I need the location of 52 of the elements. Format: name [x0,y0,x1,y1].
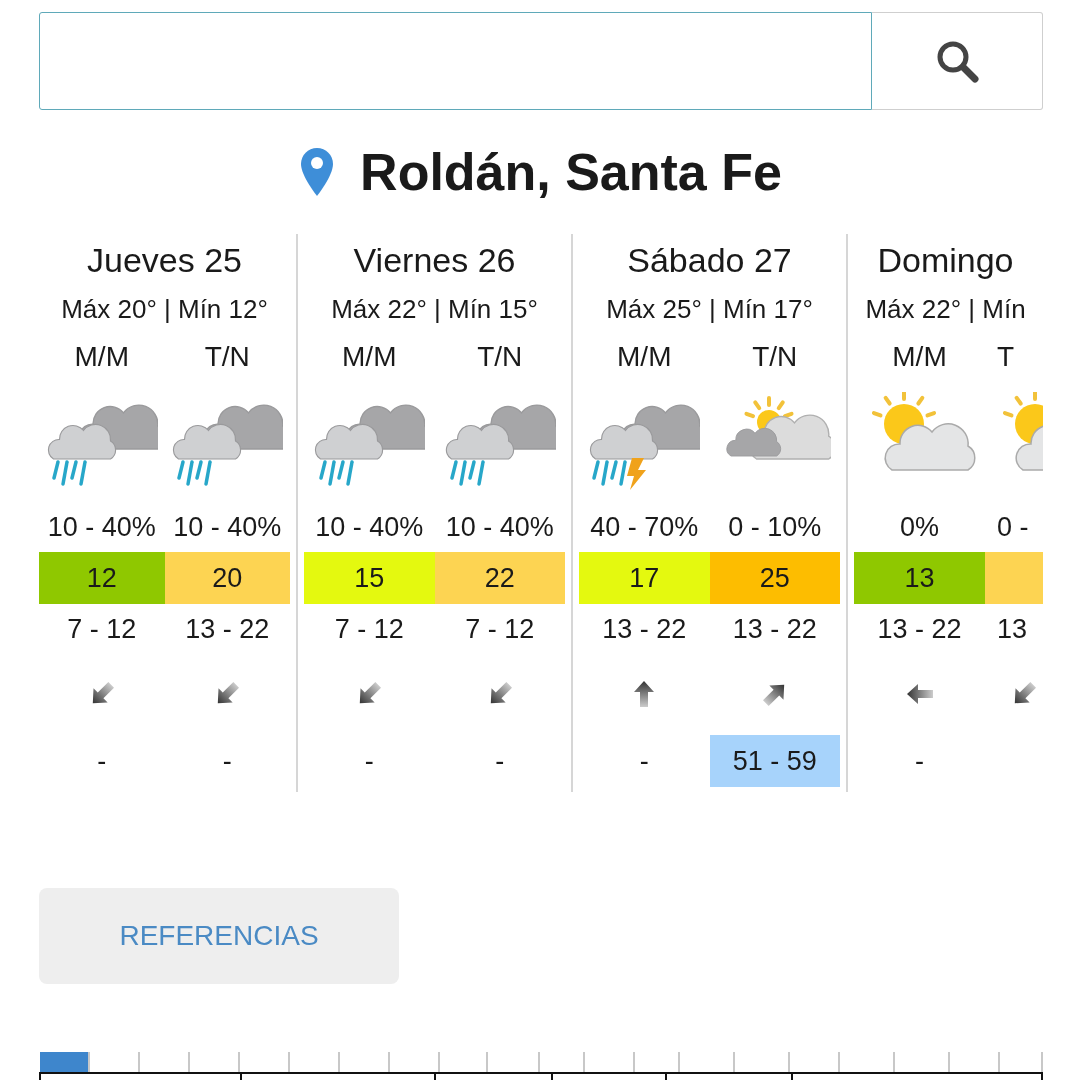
rain-probability: 0 - [996,510,1029,544]
day-title: Jueves 25 [86,239,243,281]
gust-value: - [96,744,108,778]
period-label: M/M [74,340,129,374]
gust-value: - [363,744,375,778]
rain-probability: 0 - 10% [728,510,822,544]
gust-value: - [914,744,925,778]
search-button[interactable] [872,12,1043,110]
wind-speed: 7 - 12 [465,612,535,646]
temperature-range: Máx 22° | Mín 15° [330,292,539,326]
temperature-range: Máx 20° | Mín 12° [60,292,269,326]
rain-probability: 10 - 40% [315,510,424,544]
day-title: Viernes 26 [352,239,517,281]
day-title: Sábado 27 [626,239,793,281]
wind-speed: 13 - 22 [185,612,270,646]
temperature-range: Máx 22° | Mín [864,292,1027,326]
index-cell: 12 [39,552,165,604]
period-label: T/N [752,340,798,374]
search-icon [935,39,979,83]
gust-value: - [494,744,506,778]
wind-speed: 13 - 22 [732,612,817,646]
rain-probability: 10 - 40% [47,510,156,544]
period-label: T [996,340,1015,374]
rain-probability: 10 - 40% [445,510,554,544]
index-cell: 15 [304,552,435,604]
index-cell: 25 [709,552,840,604]
day-title: Domingo [876,239,1015,281]
temperature-range: Máx 25° | Mín 17° [605,292,814,326]
location-pin-icon [300,147,335,197]
location-title: Roldán, Santa Fe [360,142,782,202]
index-cell: 20 [164,552,290,604]
wind-speed: 13 - 22 [602,612,687,646]
index-cell: 13 [854,552,985,604]
period-label: M/M [892,340,947,374]
gust-value: 51 - 59 [709,735,840,787]
gust-value: - [638,744,650,778]
rain-probability: 40 - 70% [590,510,699,544]
rain-probability: 0% [900,510,939,544]
wind-speed: 7 - 12 [334,612,404,646]
period-label: M/M [617,340,672,374]
wind-speed: 7 - 12 [67,612,137,646]
rain-probability: 10 - 40% [173,510,282,544]
period-label: M/M [342,340,397,374]
period-label: T/N [204,340,250,374]
index-cell: 17 [579,552,710,604]
wind-speed: 13 - 22 [877,612,962,646]
period-label: T/N [477,340,523,374]
search-field[interactable] [39,12,872,110]
index-cell: 22 [434,552,565,604]
gust-value: - [221,744,233,778]
wind-speed: 13 [996,612,1028,646]
references-button[interactable]: REFERENCIAS [39,888,399,984]
